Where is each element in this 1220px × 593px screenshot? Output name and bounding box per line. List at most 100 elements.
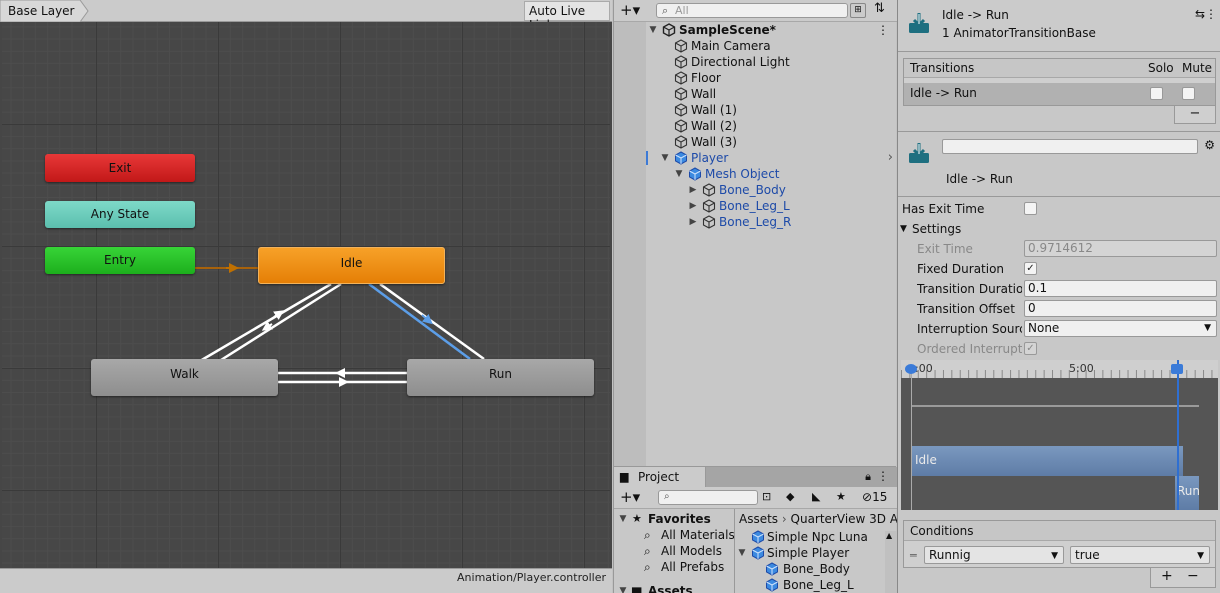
hierarchy-item[interactable]: Main Camera [674, 38, 894, 54]
presets-icon[interactable]: ⇆ [1195, 7, 1205, 21]
link-walk-run[interactable] [278, 368, 407, 387]
asset-item[interactable]: Bone_Body [765, 561, 897, 577]
state-entry[interactable]: Entry [45, 247, 195, 274]
condition-parameter-dropdown[interactable]: Runnig ▼ [924, 546, 1064, 564]
collapse-arrow-icon[interactable]: ▼ [674, 166, 684, 182]
collapse-arrow-icon[interactable]: ▼ [618, 583, 628, 593]
tab-project[interactable]: ▆ Project [614, 467, 706, 487]
run-clip-label: Run [1177, 484, 1199, 498]
hierarchy-item[interactable]: Wall (2) [674, 118, 894, 134]
drag-handle-icon[interactable]: ═ [910, 549, 917, 562]
expand-arrow-icon[interactable]: ▶ [688, 198, 698, 214]
hierarchy-item[interactable]: ▶ Bone_Body [688, 182, 894, 198]
asset-breadcrumb[interactable]: Assets › QuarterView 3D A [739, 512, 897, 526]
exit-time-field: 0.9714612 [1024, 240, 1217, 257]
condition-value-dropdown[interactable]: true ▼ [1070, 546, 1210, 564]
state-run[interactable]: Run [407, 359, 594, 396]
folder-icon: ▆ [620, 470, 629, 483]
solo-checkbox[interactable] [1150, 87, 1163, 100]
scrollbar[interactable]: ▲ [885, 531, 897, 593]
timeline-exit-line [1177, 360, 1179, 510]
hierarchy-item[interactable]: Floor [674, 70, 894, 86]
favorite-item[interactable]: ⌕ All Materials [644, 527, 735, 543]
hierarchy-item[interactable]: ▼ Mesh Object [674, 166, 894, 182]
collapse-arrow-icon[interactable]: ▼ [900, 224, 907, 234]
scroll-up-icon[interactable]: ▲ [886, 531, 892, 540]
hierarchy-search-input[interactable]: All [656, 3, 848, 18]
hierarchy-item[interactable]: Directional Light [674, 54, 894, 70]
expand-arrow-icon[interactable]: ▼ [648, 22, 658, 38]
transition-row[interactable]: Idle -> Run [904, 83, 1215, 105]
transition-name-input[interactable] [942, 139, 1198, 154]
add-condition-button[interactable]: + [1161, 568, 1173, 584]
hierarchy-item[interactable]: ▶ Bone_Leg_L [688, 198, 894, 214]
lock-icon[interactable]: 🔒︎ [865, 470, 871, 484]
auto-live-link-button[interactable]: Auto Live Link [524, 1, 610, 32]
favorite-star-icon[interactable]: ★ [836, 490, 846, 503]
scene-row[interactable]: ▼ SampleScene* ⋮ [646, 22, 897, 38]
sort-icon[interactable]: ⇅ [874, 1, 885, 16]
create-asset-button[interactable]: +▾ [620, 488, 640, 506]
add-object-button[interactable]: +▾ [620, 1, 640, 19]
collapse-arrow-icon[interactable]: ▼ [660, 150, 670, 166]
link-idle-walk[interactable] [199, 282, 342, 369]
transition-icon [909, 143, 929, 163]
condition-parameter-value: Runnig [929, 548, 971, 562]
remove-condition-button[interactable]: − [1187, 568, 1199, 584]
layer-breadcrumb[interactable]: Base Layer [0, 0, 90, 22]
project-search-input[interactable] [658, 490, 758, 505]
asset-item[interactable]: Bone_Leg_L [765, 577, 897, 593]
assets-root-row[interactable]: ▼ ▆ Assets [618, 583, 732, 593]
expand-arrow-icon[interactable]: ▶ [688, 182, 698, 198]
kebab-menu-icon[interactable]: ⋮ [1205, 7, 1217, 21]
inspector-title: Idle -> Run [942, 8, 1009, 22]
favorites-row[interactable]: ▼ ★ Favorites [618, 511, 732, 527]
transition-offset-field[interactable]: 0 [1024, 300, 1217, 317]
remove-transition-button[interactable]: − [1174, 106, 1216, 124]
favorite-item[interactable]: ⌕ All Prefabs [644, 559, 732, 575]
state-walk[interactable]: Walk [91, 359, 278, 396]
settings-foldout[interactable]: ▼ Settings [898, 219, 1220, 239]
interruption-source-dropdown[interactable]: None ▼ [1024, 320, 1217, 337]
expand-arrow-icon[interactable]: ▶ [688, 214, 698, 230]
collapse-arrow-icon[interactable]: ▼ [737, 545, 747, 561]
timeline-idle-clip[interactable]: Idle [911, 446, 1183, 476]
ordered-interruption-checkbox: ✓ [1024, 342, 1037, 355]
gear-icon[interactable]: ⚙ [1204, 138, 1215, 152]
timeline-start-marker-icon[interactable] [905, 364, 917, 374]
asset-item[interactable]: Simple Npc Luna [751, 529, 897, 545]
hidden-packages-count[interactable]: ⊘15 [862, 490, 887, 504]
state-idle[interactable]: Idle [258, 247, 445, 284]
hierarchy-toolbar: +▾ All ⌕ ⊞ ⇅ [614, 0, 897, 22]
filter-icon[interactable]: ⊞ [850, 3, 866, 18]
fixed-duration-checkbox[interactable]: ✓ [1024, 262, 1037, 275]
favorite-item[interactable]: ⌕ All Models [644, 543, 732, 559]
gameobject-icon [702, 199, 716, 213]
state-any-state[interactable]: Any State [45, 201, 195, 228]
hierarchy-item[interactable]: Wall [674, 86, 894, 102]
transition-duration-field[interactable]: 0.1 [1024, 280, 1217, 297]
filter-by-label-icon[interactable]: ◣ [812, 490, 820, 503]
search-mode-icon[interactable]: ⊡ [762, 490, 771, 503]
hierarchy-item[interactable]: Wall (3) [674, 134, 894, 150]
state-exit[interactable]: Exit [45, 154, 195, 182]
breadcrumb-child[interactable]: QuarterView 3D A [791, 512, 897, 526]
kebab-menu-icon[interactable]: ⋮ [877, 469, 889, 483]
link-idle-run[interactable] [368, 282, 485, 361]
transition-timeline[interactable]: :00 5:00 Idle Run [901, 360, 1218, 510]
fixed-duration-label: Fixed Duration [917, 262, 1005, 276]
collapse-arrow-icon[interactable]: ▼ [618, 511, 628, 527]
has-exit-time-checkbox[interactable] [1024, 202, 1037, 215]
hierarchy-item[interactable]: ▶ Bone_Leg_R [688, 214, 894, 230]
breadcrumb-root[interactable]: Assets [739, 512, 778, 526]
filter-by-type-icon[interactable]: ◆ [786, 490, 794, 503]
kebab-menu-icon[interactable]: ⋮ [877, 22, 889, 38]
chevron-right-icon[interactable]: › [888, 150, 893, 166]
asset-item[interactable]: ▼ Simple Player [737, 545, 897, 561]
hierarchy-item[interactable]: Wall (1) [674, 102, 894, 118]
hierarchy-item-player[interactable]: ▼ Player › [660, 150, 897, 166]
project-panel: ▆ Project 🔒︎ ⋮ +▾ ⌕ ⊡ ◆ ◣ ★ ⊘15 ▼ ★ Favo… [613, 466, 897, 593]
timeline-exit-marker-icon[interactable] [1171, 364, 1183, 374]
state-machine-graph[interactable]: Exit Any State Entry Idle Walk Run [2, 22, 610, 568]
mute-checkbox[interactable] [1182, 87, 1195, 100]
